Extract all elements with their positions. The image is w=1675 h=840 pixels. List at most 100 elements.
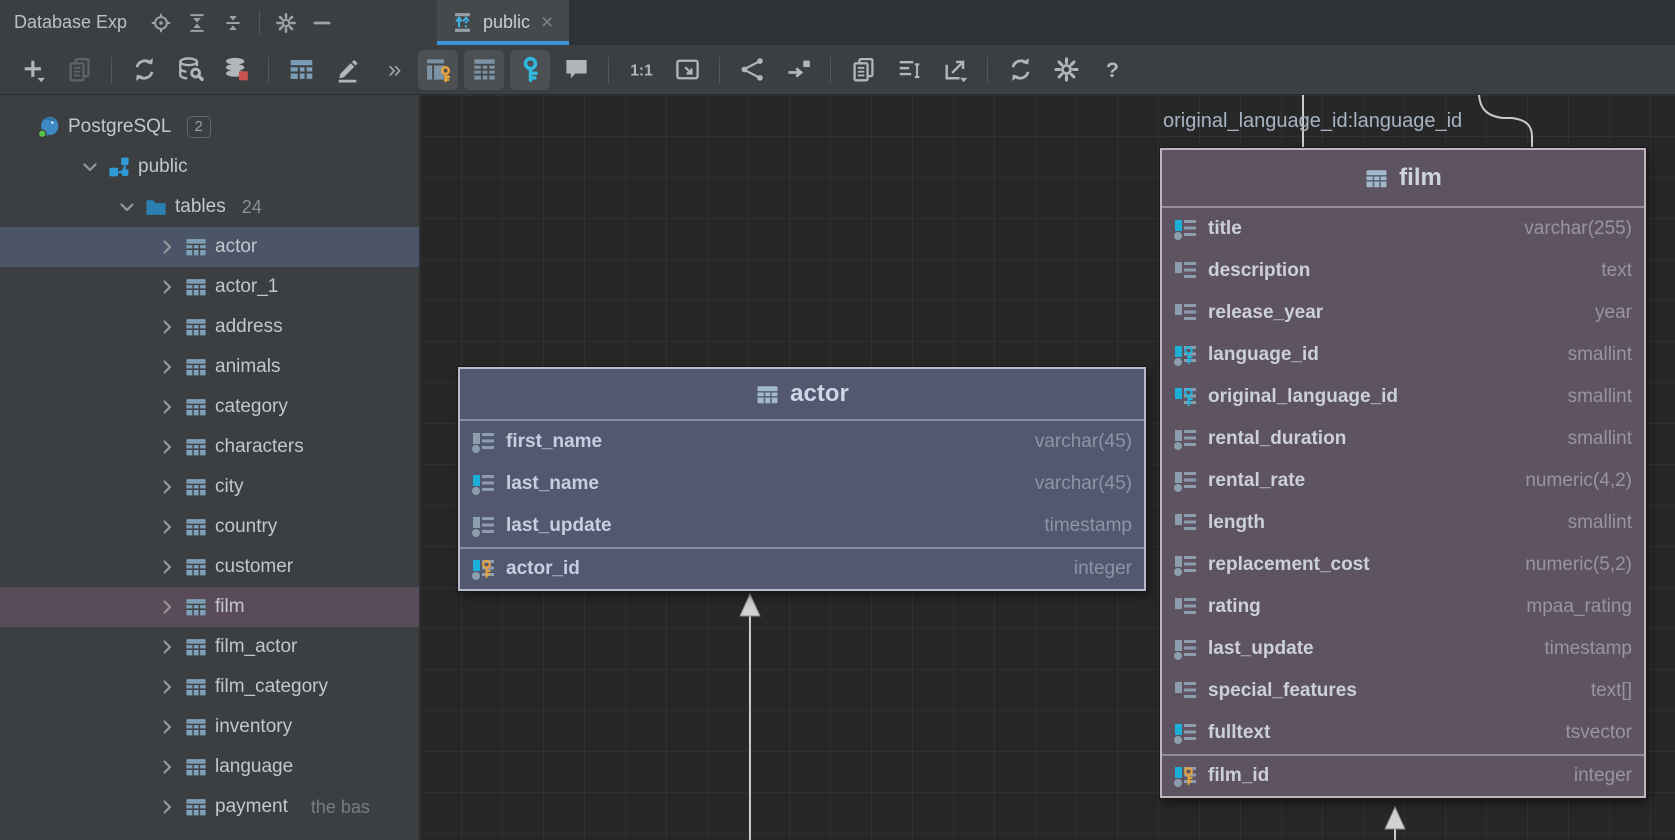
tree-chevron-icon[interactable] (157, 397, 177, 417)
tree-item-inventory[interactable]: inventory (0, 707, 419, 747)
tree-chevron-icon[interactable] (157, 757, 177, 777)
show-keys-toggle[interactable] (510, 49, 551, 90)
refresh-button[interactable] (124, 50, 164, 90)
refresh-diagram-button[interactable] (1000, 50, 1040, 90)
field-row-replacement-cost[interactable]: replacement_cost numeric(5,2) (1162, 544, 1644, 586)
tree-item-tables[interactable]: tables 24 (0, 187, 419, 227)
field-row-rental-duration[interactable]: rental_duration smallint (1162, 418, 1644, 460)
tree-item-language[interactable]: language (0, 747, 419, 787)
column-icon (472, 557, 497, 581)
field-row-description[interactable]: description text (1162, 250, 1644, 292)
tree-item-actor-1[interactable]: actor_1 (0, 267, 419, 307)
node-header[interactable]: actor (460, 369, 1144, 421)
column-type: integer (1573, 765, 1632, 786)
edge-into-film[interactable] (1384, 805, 1406, 840)
tree-item-animals[interactable]: animals (0, 347, 419, 387)
new-item-button[interactable] (13, 50, 53, 90)
arrowhead-actor (739, 592, 761, 617)
tree-item-film-actor[interactable]: film_actor (0, 627, 419, 667)
tree-item-category[interactable]: category (0, 387, 419, 427)
field-row-special-features[interactable]: special_features text[] (1162, 670, 1644, 712)
fit-content-button[interactable] (667, 50, 707, 90)
tree-chevron-icon[interactable] (80, 157, 100, 177)
field-row-rental-rate[interactable]: rental_rate numeric(4,2) (1162, 460, 1644, 502)
show-all-columns-toggle[interactable] (464, 49, 505, 90)
edge-original-language-id[interactable] (1478, 95, 1533, 155)
tree-item-characters[interactable]: characters (0, 427, 419, 467)
show-comments-toggle[interactable] (556, 50, 596, 90)
toolbar-divider (719, 56, 721, 83)
tree-chevron-icon[interactable] (157, 477, 177, 497)
tree-item-postgresql[interactable]: PostgreSQL 2 (0, 107, 419, 147)
tree-node-label: animals (215, 356, 281, 377)
collapse-all-button[interactable] (215, 6, 251, 40)
tree-item-film[interactable]: film (0, 587, 419, 627)
tree-item-actor[interactable]: actor (0, 227, 419, 267)
field-row-last-update[interactable]: last_update timestamp (1162, 628, 1644, 670)
edge-label-original-language[interactable]: original_language_id:language_id (1163, 110, 1462, 133)
help-button[interactable] (1092, 50, 1132, 90)
tab-close-icon[interactable]: × (539, 12, 555, 33)
column-type: mpaa_rating (1526, 596, 1632, 617)
field-row-last-name[interactable]: last_name varchar(45) (460, 463, 1144, 505)
tree-item-country[interactable]: country (0, 507, 419, 547)
diagram-canvas[interactable]: original_language_id:language_id actor f… (420, 95, 1675, 840)
tree-chevron-icon[interactable] (157, 317, 177, 337)
database-tree: PostgreSQL 2 public tables 24 actor acto… (0, 95, 420, 840)
field-row-last-update[interactable]: last_update timestamp (460, 505, 1144, 547)
tree-chevron-icon[interactable] (157, 557, 177, 577)
show-key-columns-toggle[interactable] (418, 49, 459, 90)
tree-chevron-icon[interactable] (157, 517, 177, 537)
field-row-actor-id[interactable]: actor_id integer (460, 547, 1144, 589)
tree-node-label: payment (215, 796, 288, 817)
copy-diagram-button[interactable] (843, 50, 883, 90)
field-row-language-id[interactable]: language_id smallint (1162, 334, 1644, 376)
node-header[interactable]: film (1162, 150, 1644, 208)
data-source-properties-button[interactable] (170, 50, 210, 90)
field-row-original-language-id[interactable]: original_language_id smallint (1162, 376, 1644, 418)
jump-to-source-button[interactable] (778, 50, 818, 90)
field-row-film-id[interactable]: film_id integer (1162, 754, 1644, 796)
tree-chevron-icon[interactable] (157, 677, 177, 697)
field-row-first-name[interactable]: first_name varchar(45) (460, 421, 1144, 463)
tree-chevron-icon[interactable] (157, 237, 177, 257)
tree-item-payment[interactable]: payment the bas (0, 787, 419, 827)
edit-button[interactable] (327, 50, 367, 90)
tree-item-film-category[interactable]: film_category (0, 667, 419, 707)
diagram-settings-button[interactable] (1046, 50, 1086, 90)
tree-chevron-icon[interactable] (117, 197, 137, 217)
field-row-title[interactable]: title varchar(255) (1162, 208, 1644, 250)
panel-options-button[interactable] (268, 6, 304, 40)
tree-item-city[interactable]: city (0, 467, 419, 507)
edge-into-actor[interactable] (739, 592, 761, 840)
table-node-actor[interactable]: actor first_name varchar(45) last_name v… (458, 367, 1146, 591)
disconnect-button[interactable] (216, 50, 256, 90)
tree-item-public[interactable]: public (0, 147, 419, 187)
field-row-length[interactable]: length smallint (1162, 502, 1644, 544)
hide-panel-button[interactable] (304, 6, 340, 40)
tree-chevron-icon[interactable] (157, 797, 177, 817)
tab-public[interactable]: public × (437, 0, 570, 45)
tree-chevron-icon[interactable] (157, 597, 177, 617)
toolbar-overflow-button[interactable]: » (388, 57, 401, 82)
tree-chevron-icon[interactable] (157, 357, 177, 377)
field-row-fulltext[interactable]: fulltext tsvector (1162, 712, 1644, 754)
locate-button[interactable] (143, 6, 179, 40)
tree-node-icon (184, 795, 208, 819)
duplicate-button[interactable] (59, 50, 99, 90)
expand-all-button[interactable] (179, 6, 215, 40)
tree-chevron-icon[interactable] (157, 277, 177, 297)
table-node-film[interactable]: film title varchar(255) description text… (1160, 148, 1646, 798)
tree-item-address[interactable]: address (0, 307, 419, 347)
tree-chevron-icon[interactable] (157, 717, 177, 737)
field-row-rating[interactable]: rating mpaa_rating (1162, 586, 1644, 628)
open-table-button[interactable] (281, 50, 321, 90)
field-row-release-year[interactable]: release_year year (1162, 292, 1644, 334)
edit-selection-button[interactable] (889, 50, 929, 90)
actual-size-button[interactable] (621, 50, 661, 90)
tree-item-customer[interactable]: customer (0, 547, 419, 587)
tree-chevron-icon[interactable] (157, 637, 177, 657)
export-diagram-button[interactable] (935, 50, 975, 90)
tree-chevron-icon[interactable] (157, 437, 177, 457)
merge-nodes-button[interactable] (732, 50, 772, 90)
